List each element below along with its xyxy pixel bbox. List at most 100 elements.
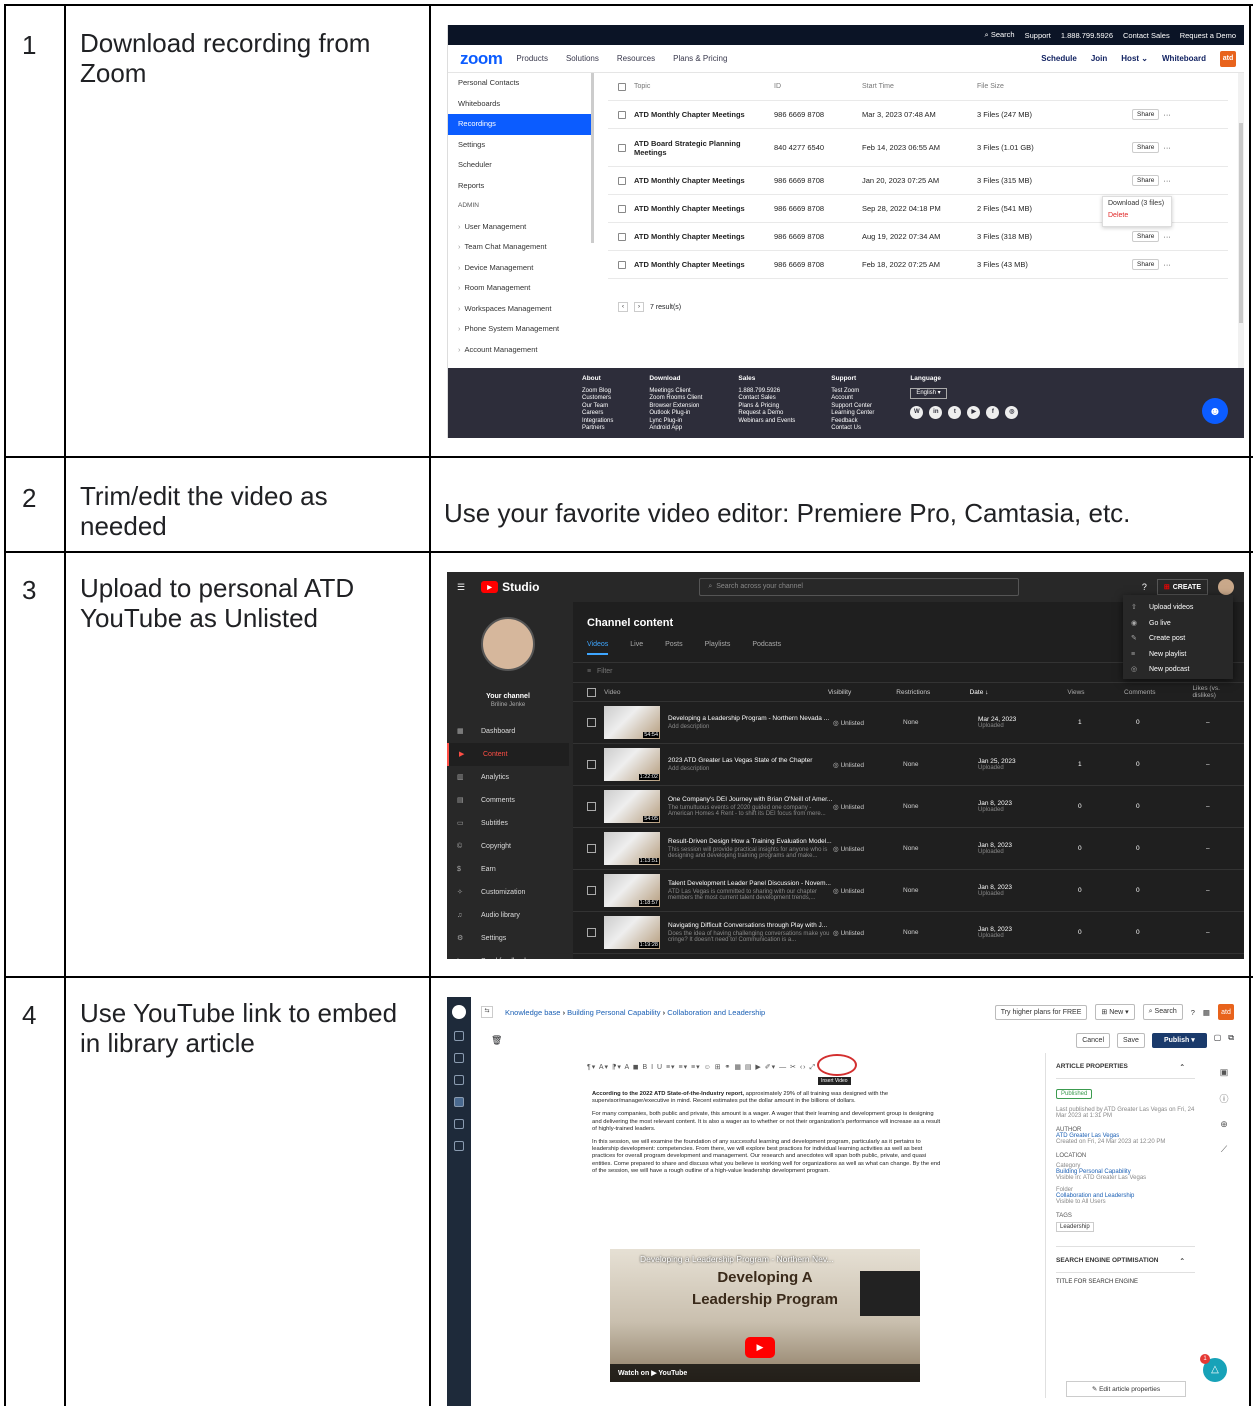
download-menu-item[interactable]: Download (3 files) <box>1108 200 1166 207</box>
nav-solutions[interactable]: Solutions <box>566 54 599 63</box>
video-thumbnail[interactable]: 1:13:51 <box>604 832 660 865</box>
row-checkbox[interactable] <box>587 886 596 895</box>
sidebar-item-settings[interactable]: ⚙ Settings <box>447 927 569 950</box>
share-button[interactable]: Share <box>1132 109 1160 120</box>
new-podcast-item[interactable]: ◎ New podcast <box>1123 662 1233 678</box>
embedded-video[interactable]: Developing a Leadership Program - Northe… <box>610 1249 920 1382</box>
footer-link[interactable]: Zoom Rooms Client <box>649 395 702 403</box>
request-demo-link[interactable]: Request a Demo <box>1180 31 1236 40</box>
nav-products[interactable]: Products <box>516 54 548 63</box>
breadcrumb-category[interactable]: Building Personal Capability <box>567 1008 660 1017</box>
sidebar-item-comments[interactable]: ▤ Comments <box>447 789 569 812</box>
language-select[interactable]: English ▾ <box>910 387 947 399</box>
footer-link[interactable]: Partners <box>582 425 613 433</box>
footer-link[interactable]: Account <box>831 395 874 403</box>
nav-join[interactable]: Join <box>1091 54 1107 63</box>
info-icon[interactable]: ⓘ <box>1204 1092 1244 1105</box>
visibility[interactable]: ◎ Unlisted <box>833 803 903 811</box>
recording-topic[interactable]: ATD Monthly Chapter Meetings <box>634 176 774 185</box>
footer-link[interactable]: 1.888.799.5926 <box>738 388 795 396</box>
edit-properties-button[interactable]: ✎ Edit article properties <box>1066 1381 1186 1397</box>
breadcrumb-knowledge-base[interactable]: Knowledge base <box>505 1008 560 1017</box>
tab-playlists[interactable]: Playlists <box>705 641 731 662</box>
try-plans-button[interactable]: Try higher plans for FREE <box>994 1004 1088 1020</box>
globe-icon[interactable]: ⊕ <box>1204 1119 1244 1130</box>
footer-link[interactable]: Contact Sales <box>738 395 795 403</box>
help-icon[interactable]: ? <box>1191 1008 1195 1017</box>
app-logo[interactable] <box>452 1005 466 1019</box>
video-title[interactable]: Developing a Leadership Program - Northe… <box>640 1254 834 1264</box>
footer-link[interactable]: Zoom Blog <box>582 388 613 396</box>
nav-resources[interactable]: Resources <box>617 54 655 63</box>
footer-link[interactable]: Meetings Client <box>649 388 702 396</box>
sidebar-item-room-management[interactable]: › Room Management <box>448 278 591 299</box>
toggle-icon[interactable]: ⇆ <box>481 1006 493 1018</box>
row-checkbox[interactable] <box>618 204 626 213</box>
sidebar-item-recordings[interactable]: Recordings <box>448 114 591 135</box>
recording-topic[interactable]: ATD Board Strategic Planning Meetings <box>634 139 774 157</box>
video-title[interactable]: One Company's DEI Journey with Brian O'N… <box>668 796 833 817</box>
tab-posts[interactable]: Posts <box>665 641 683 662</box>
twitter-icon[interactable]: t <box>948 406 962 419</box>
footer-link[interactable]: Request a Demo <box>738 410 795 418</box>
reports-icon[interactable] <box>454 1119 464 1129</box>
footer-link[interactable]: Plans & Pricing <box>738 403 795 411</box>
row-checkbox[interactable] <box>618 143 626 152</box>
footer-link[interactable]: Support Center <box>831 403 874 411</box>
video-thumbnail[interactable]: 54:54 <box>604 706 660 739</box>
trash-icon[interactable]: 🗑 <box>491 1035 502 1046</box>
atd-avatar[interactable]: atd <box>1220 50 1236 67</box>
recording-topic[interactable]: ATD Monthly Chapter Meetings <box>634 260 774 269</box>
nav-schedule[interactable]: Schedule <box>1041 54 1077 63</box>
video-title[interactable]: Developing a Leadership Program - Northe… <box>668 715 833 730</box>
sidebar-item-account-management[interactable]: › Account Management <box>448 340 591 361</box>
more-icon[interactable]: ··· <box>1163 110 1171 119</box>
more-icon[interactable]: ··· <box>1163 232 1171 241</box>
sidebar-item-user-management[interactable]: › User Management <box>448 217 591 238</box>
row-checkbox[interactable] <box>587 718 596 727</box>
visibility[interactable]: ◎ Unlisted <box>833 845 903 853</box>
new-playlist-item[interactable]: ≡ New playlist <box>1123 647 1233 663</box>
next-page-button[interactable]: › <box>634 302 644 312</box>
linkedin-icon[interactable]: in <box>929 406 943 419</box>
sidebar-item-feedback[interactable]: !Send feedback <box>447 950 569 959</box>
share-button[interactable]: Share <box>1132 175 1160 186</box>
share-button[interactable]: Share <box>1132 142 1160 153</box>
footer-link[interactable]: Feedback <box>831 418 874 426</box>
upload-videos-item[interactable]: ⇧ Upload videos <box>1123 600 1233 616</box>
sidebar-item-device-management[interactable]: › Device Management <box>448 258 591 279</box>
external-icon[interactable]: ⧉ <box>1228 1033 1234 1048</box>
tag-chip[interactable]: Leadership <box>1056 1222 1094 1232</box>
footer-link[interactable]: Android App <box>649 425 702 433</box>
video-thumbnail[interactable]: 1:19:28 <box>604 916 660 949</box>
delete-menu-item[interactable]: Delete <box>1108 212 1166 219</box>
video-thumbnail[interactable]: 1:18:57 <box>604 874 660 907</box>
new-button[interactable]: ⊞ New ▾ <box>1095 1004 1135 1020</box>
phone-link[interactable]: 1.888.799.5926 <box>1061 31 1113 40</box>
apps-icon[interactable]: ▦ <box>1203 1008 1210 1017</box>
more-icon[interactable]: ··· <box>1163 176 1171 185</box>
search-button[interactable]: ⌕ Search <box>1142 1004 1183 1020</box>
footer-link[interactable]: Test Zoom <box>831 388 874 396</box>
nav-host[interactable]: Host ⌄ <box>1121 54 1148 63</box>
footer-link[interactable]: Outlook Plug-in <box>649 410 702 418</box>
gear-icon[interactable] <box>454 1141 464 1151</box>
visibility[interactable]: ◎ Unlisted <box>833 929 903 937</box>
sidebar-scrollbar[interactable] <box>591 73 594 243</box>
share-button[interactable]: Share <box>1132 259 1160 270</box>
sidebar-item-analytics[interactable]: ▥ Analytics <box>447 766 569 789</box>
chat-assistant-icon[interactable]: ☻ <box>1202 398 1228 424</box>
recording-topic[interactable]: ATD Monthly Chapter Meetings <box>634 232 774 241</box>
video-title[interactable]: 2023 ATD Greater Las Vegas State of the … <box>668 757 833 772</box>
row-checkbox[interactable] <box>618 260 626 269</box>
copy-icon[interactable]: ▢ <box>1214 1033 1222 1048</box>
sidebar-item-customization[interactable]: ✧ Customization <box>447 881 569 904</box>
watch-on-youtube[interactable]: Watch on ▶ YouTube <box>610 1364 920 1382</box>
video-thumbnail[interactable]: 54:05 <box>604 790 660 823</box>
sidebar-item-content[interactable]: ▶ Content <box>447 743 569 766</box>
search-link[interactable]: ⌕ Search <box>985 30 1015 40</box>
properties-title[interactable]: ARTICLE PROPERTIES ⌃ <box>1056 1053 1195 1079</box>
footer-link[interactable]: Learning Center <box>831 410 874 418</box>
create-button[interactable]: ⊞ CREATE <box>1156 579 1208 595</box>
sidebar-item-phone-system[interactable]: › Phone System Management <box>448 319 591 340</box>
